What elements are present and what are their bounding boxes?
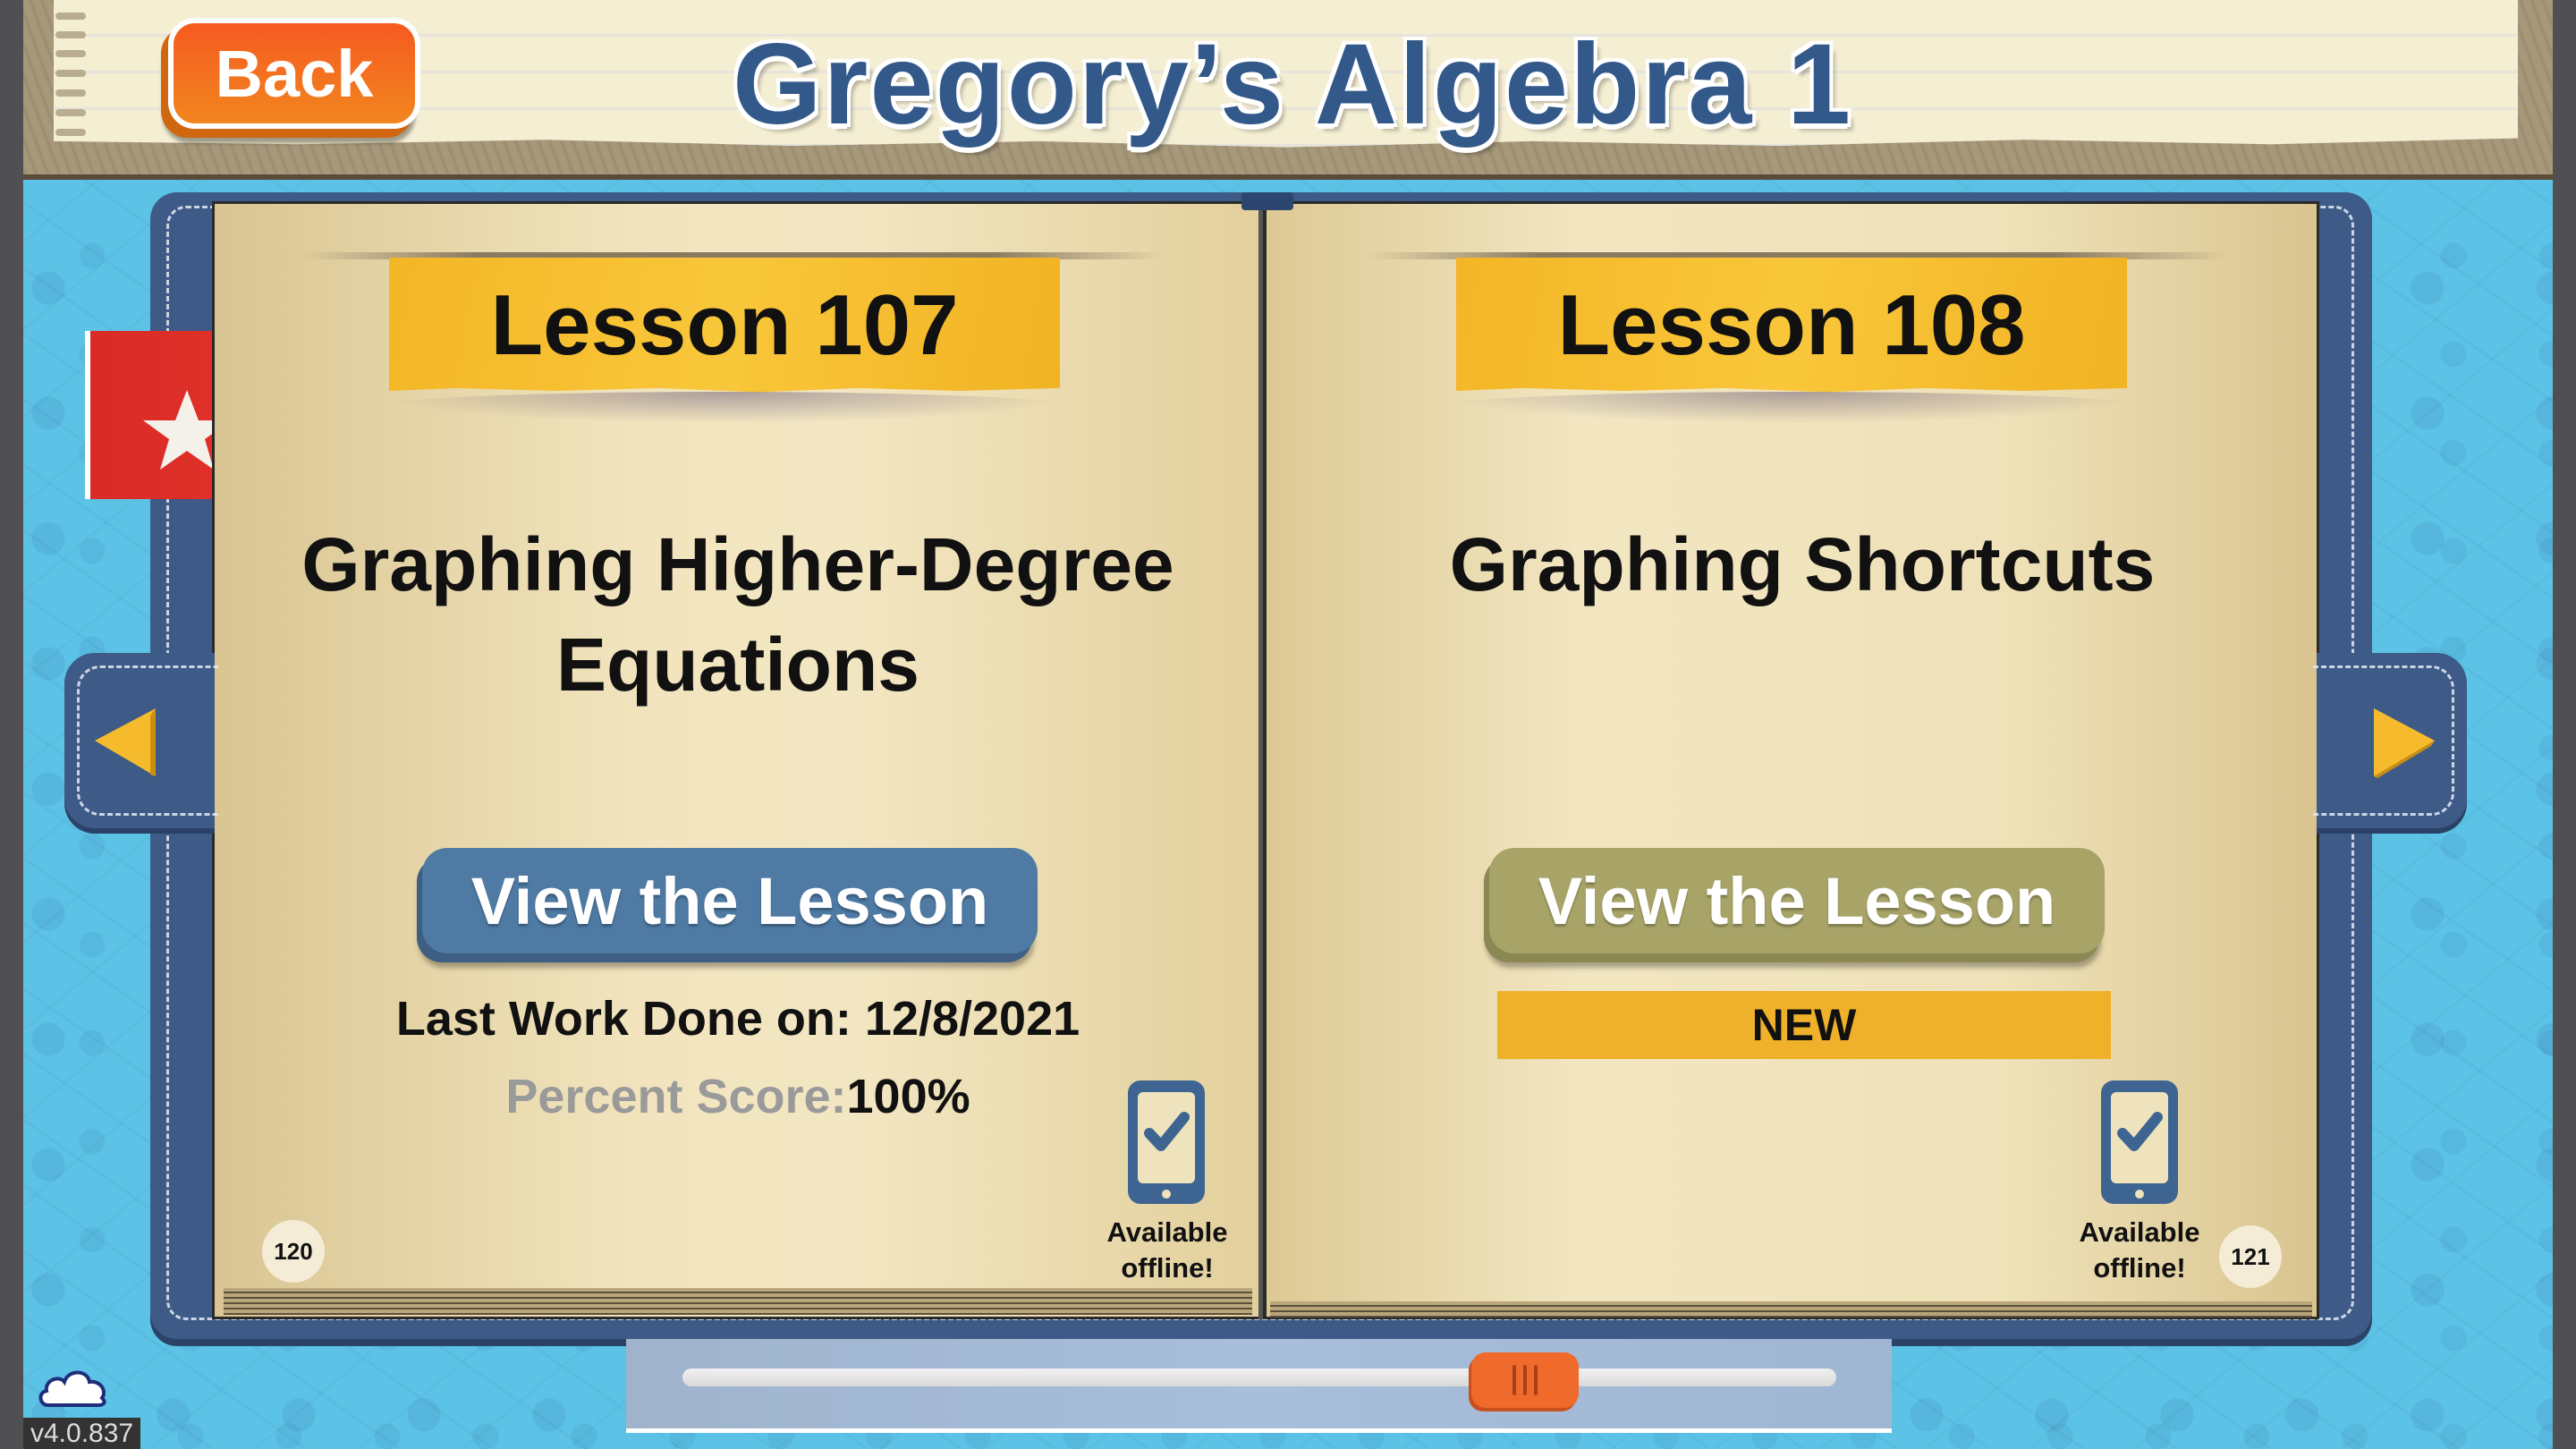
lesson-title-line: Equations [555, 623, 919, 707]
lesson-number-banner-left: Lesson 107 [389, 258, 1060, 393]
course-title: Gregory’s Algebra 1 [732, 21, 1853, 148]
score-value: 100% [846, 1070, 970, 1123]
next-page-button[interactable] [2313, 653, 2467, 828]
triangle-left-icon [95, 708, 156, 776]
right-page-stack [1270, 1301, 2312, 1318]
spine-clip [1241, 192, 1293, 210]
page-slider-track[interactable] [682, 1368, 1836, 1386]
right-edge-strip [2553, 0, 2576, 1449]
offline-label-right: Available offline! [2050, 1215, 2229, 1286]
offline-line: offline! [2093, 1252, 2186, 1284]
triangle-right-icon [2374, 708, 2435, 778]
offline-line: Available [1106, 1216, 1228, 1248]
phone-check-icon [2101, 1080, 2178, 1204]
left-edge-strip [0, 0, 23, 1449]
view-lesson-107-button[interactable]: View the Lesson [422, 848, 1038, 953]
spiral-ring [55, 50, 86, 57]
phone-check-icon [1128, 1080, 1205, 1204]
lesson-title-line: Graphing Higher-Degree [301, 522, 1174, 606]
last-work-done: Last Work Done on: 12/8/2021 [304, 991, 1172, 1046]
percent-score: Percent Score:100% [304, 1069, 1172, 1124]
cloud-icon[interactable] [36, 1364, 111, 1409]
back-button[interactable]: Back [168, 18, 420, 129]
lesson-title-left: Graphing Higher-Degree Equations [246, 514, 1230, 715]
lesson-number-banner-right: Lesson 108 [1456, 258, 2127, 393]
lesson-title-right: Graphing Shortcuts [1310, 514, 2294, 614]
banner-shadow [367, 392, 1082, 424]
banner-shadow [1431, 392, 2156, 424]
new-status-badge: NEW [1497, 991, 2111, 1059]
offline-label-left: Available offline! [1078, 1215, 1257, 1286]
page-number-left: 120 [262, 1220, 325, 1283]
spiral-ring [55, 31, 86, 38]
spiral-ring [55, 129, 86, 136]
left-page-stack [224, 1288, 1252, 1315]
view-lesson-108-button[interactable]: View the Lesson [1489, 848, 2105, 953]
score-label: Percent Score: [505, 1070, 847, 1123]
offline-line: offline! [1121, 1252, 1214, 1284]
page-number-right: 121 [2219, 1225, 2282, 1288]
offline-line: Available [2079, 1216, 2200, 1248]
lesson-title-line: Graphing Shortcuts [1449, 522, 2156, 606]
spiral-ring [55, 109, 86, 116]
last-work-date: 12/8/2021 [864, 992, 1080, 1046]
version-label: v4.0.837 [23, 1418, 141, 1449]
spiral-ring [55, 89, 86, 97]
previous-page-button[interactable] [64, 653, 218, 828]
last-work-label: Last Work Done on: [395, 992, 852, 1046]
spiral-ring [55, 70, 86, 77]
spiral-ring [55, 13, 86, 20]
page-slider-thumb[interactable] [1470, 1352, 1579, 1408]
book-spine [1258, 201, 1263, 1319]
